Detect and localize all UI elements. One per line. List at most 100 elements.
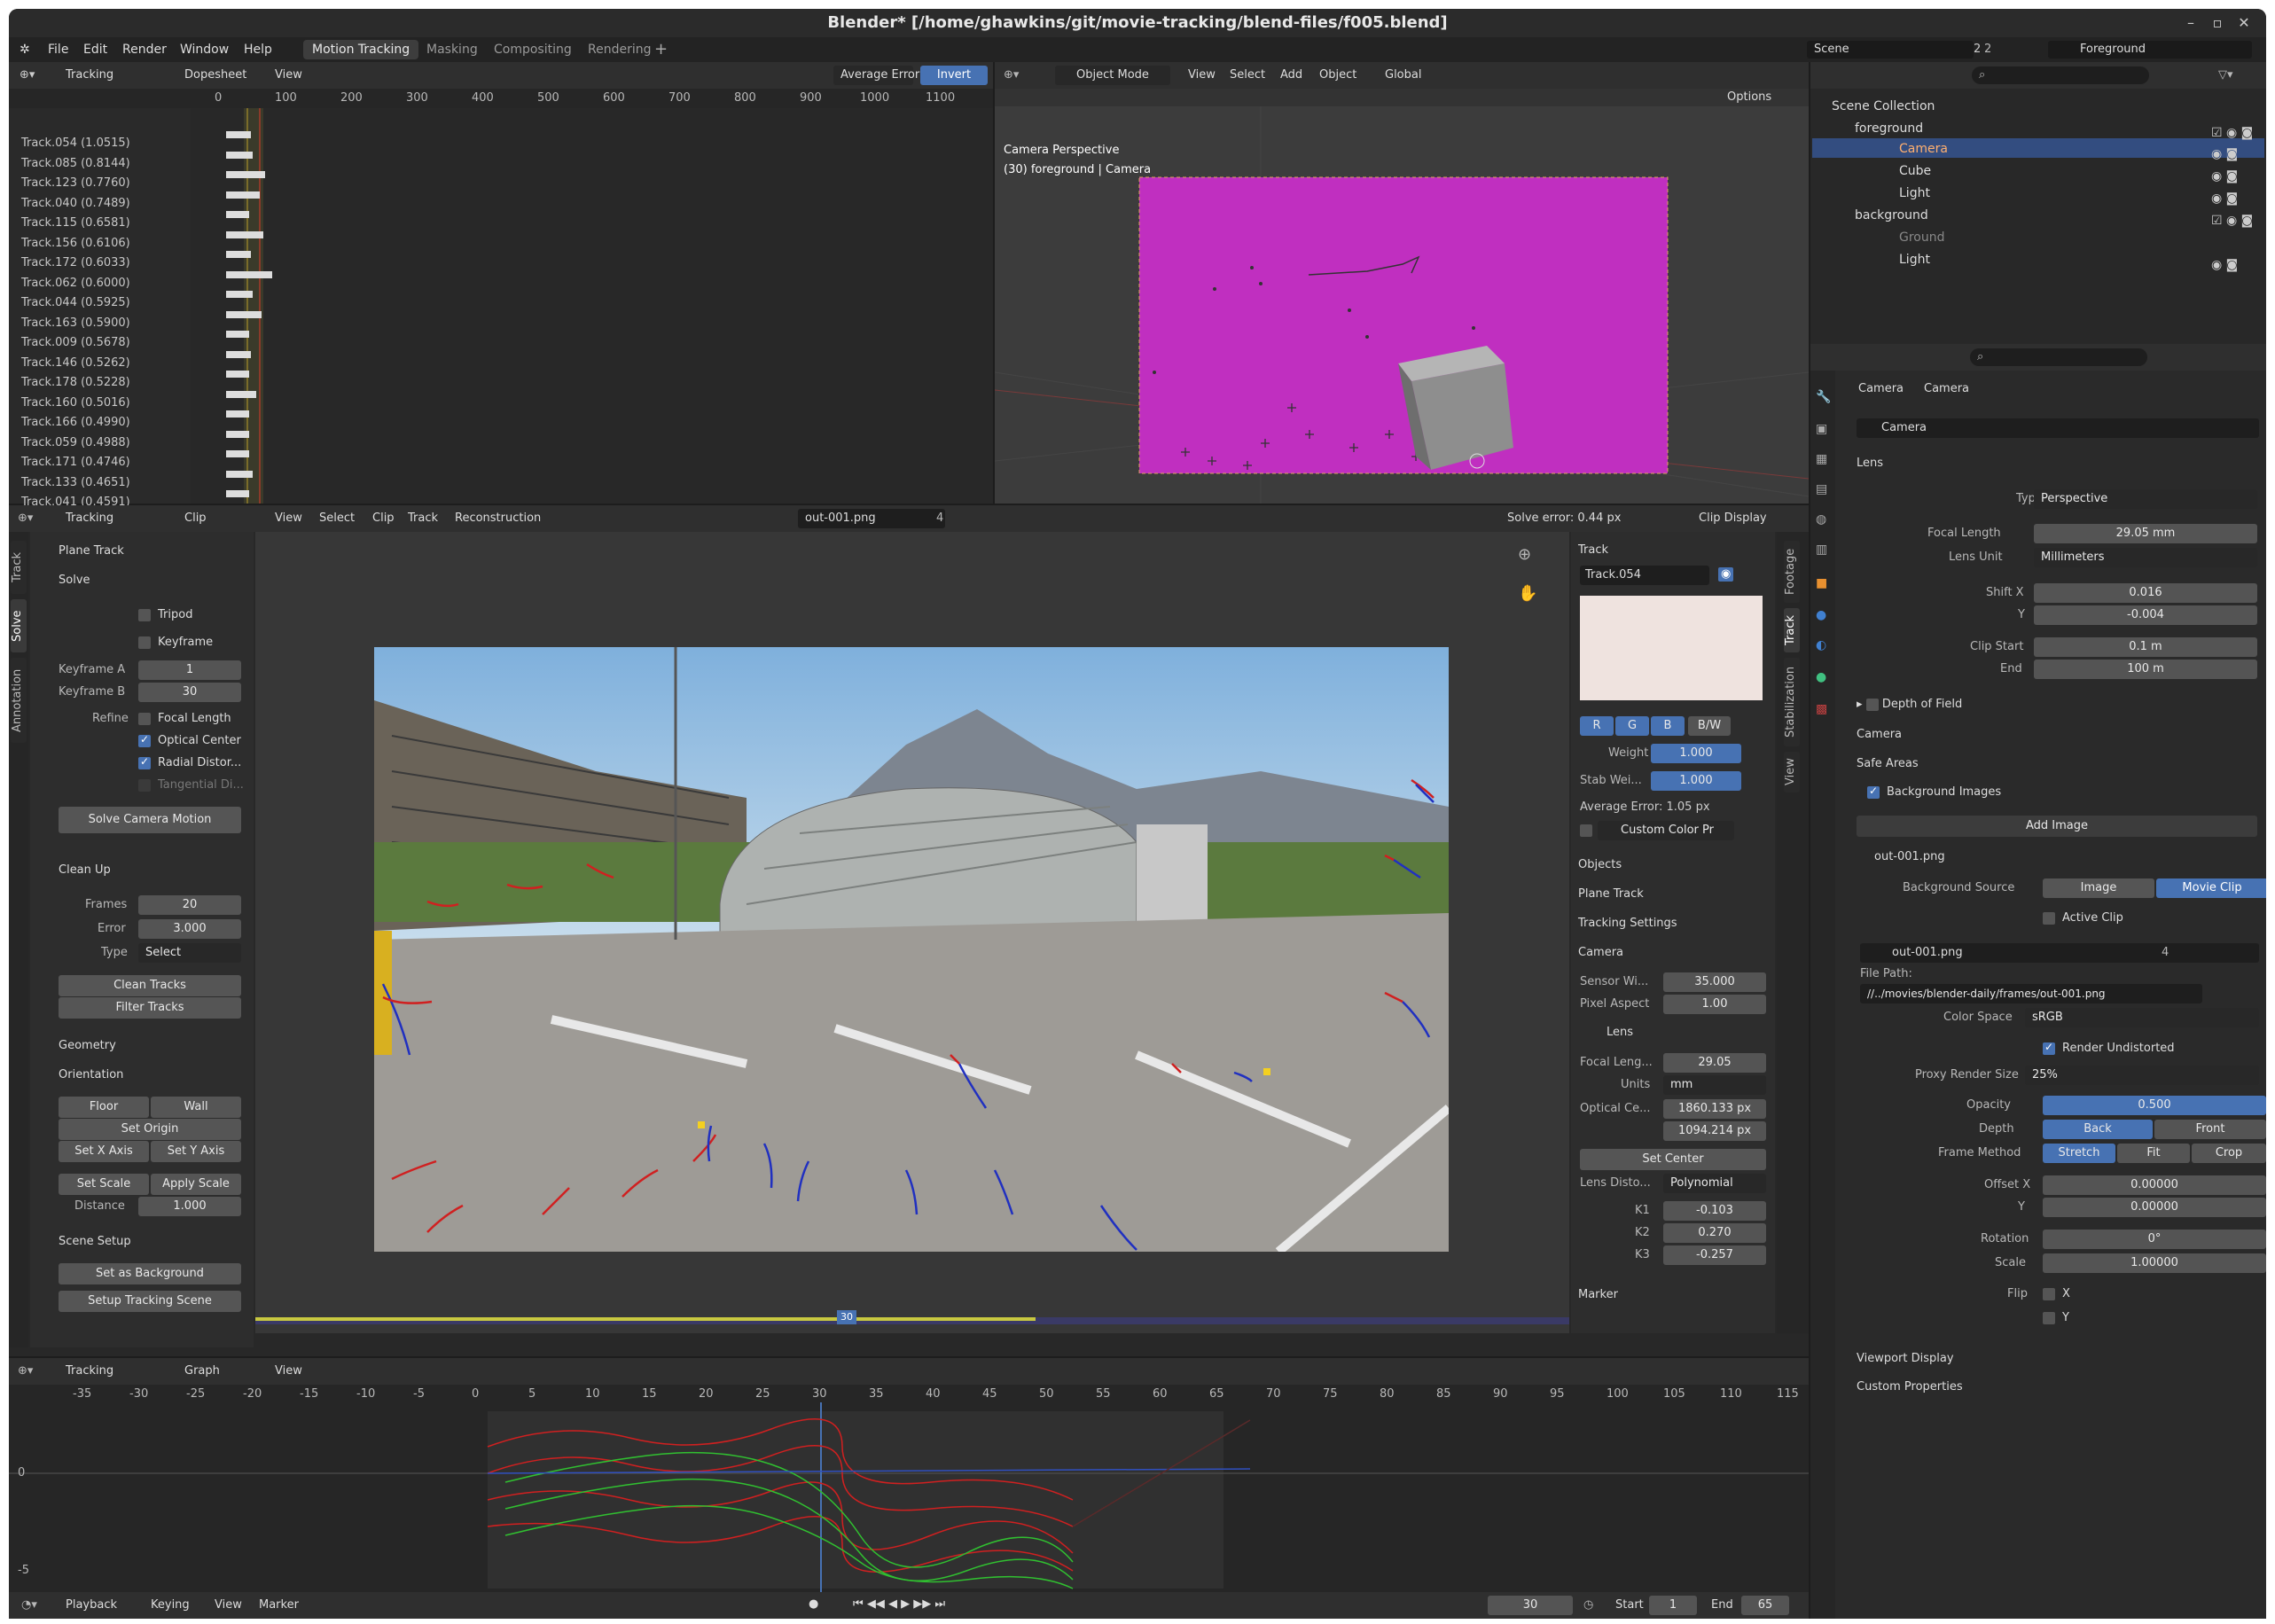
lens-unit-dropdown[interactable]: Millimeters <box>2034 548 2257 567</box>
crop-button[interactable]: Crop <box>2192 1144 2266 1163</box>
sort-dropdown[interactable]: Average Error <box>833 66 919 85</box>
outliner-collection-foreground[interactable]: foreground <box>1855 120 1923 137</box>
track-row[interactable]: Track.009 (0.5678) <box>21 336 130 350</box>
vtab-track-right[interactable]: Track <box>1784 608 1800 652</box>
clip-footage-image[interactable] <box>374 647 1449 1252</box>
channel-r-toggle[interactable]: R <box>1580 716 1614 736</box>
graph-menu-view[interactable]: View <box>275 1364 302 1378</box>
bg-image-item[interactable]: out-001.png <box>1874 849 1945 865</box>
eye-icon[interactable]: ◉ <box>1718 567 1734 582</box>
safe-areas-section[interactable]: Safe Areas <box>1857 756 1919 772</box>
end-frame-field[interactable]: 65 <box>1741 1596 1789 1615</box>
camera-data-block[interactable]: Camera <box>1857 418 2259 438</box>
bg-images-section[interactable]: Background Images <box>1887 785 2001 800</box>
custom-color-preset[interactable]: Custom Color Pr <box>1598 821 1734 840</box>
offset-x-field[interactable]: 0.00000 <box>2043 1175 2266 1195</box>
tripod-checkbox[interactable] <box>138 609 151 621</box>
cleanup-section[interactable]: Clean Up <box>59 863 111 878</box>
graph-canvas[interactable] <box>9 1385 1809 1592</box>
solve-section[interactable]: Solve <box>59 573 90 589</box>
units-dropdown[interactable]: mm <box>1663 1075 1766 1095</box>
objects-section[interactable]: Objects <box>1578 857 1622 873</box>
track-name-field[interactable]: Track.054 <box>1580 566 1709 585</box>
clip-menu-reconstruction[interactable]: Reconstruction <box>455 511 541 526</box>
track-section[interactable]: Track <box>1578 543 1608 558</box>
tab-motion-tracking[interactable]: Motion Tracking <box>303 40 419 59</box>
track-row[interactable]: Track.054 (1.0515) <box>21 137 130 151</box>
clip-display-dropdown[interactable]: Clip Display <box>1699 511 1767 526</box>
graph-view-type[interactable]: Graph <box>184 1364 220 1378</box>
clip-end-field[interactable]: 100 m <box>2034 660 2257 679</box>
dof-checkbox[interactable] <box>1865 698 1879 711</box>
offset-y-field[interactable]: 0.00000 <box>2043 1198 2266 1217</box>
track-row[interactable]: Track.044 (0.5925) <box>21 296 130 310</box>
render-undistorted-checkbox[interactable] <box>2043 1041 2055 1055</box>
scale-field[interactable]: 1.00000 <box>2043 1253 2266 1273</box>
vtab-track[interactable]: Track <box>11 541 27 594</box>
vtab-footage[interactable]: Footage <box>1784 541 1800 603</box>
outliner-item-light[interactable]: Light <box>1899 184 1930 202</box>
frames-field[interactable]: 20 <box>138 895 241 915</box>
channel-b-toggle[interactable]: B <box>1651 716 1685 736</box>
vtab-view[interactable]: View <box>1784 752 1800 792</box>
file-path-field[interactable]: //../movies/blender-daily/frames/out-001… <box>1860 984 2202 1003</box>
geometry-section[interactable]: Geometry <box>59 1038 116 1054</box>
focal-field[interactable]: 29.05 <box>1663 1053 1766 1073</box>
clip-menu-select[interactable]: Select <box>319 511 355 526</box>
keyframe-a-field[interactable]: 1 <box>138 660 241 680</box>
depth-back-button[interactable]: Back <box>2043 1120 2153 1139</box>
stab-weight-slider[interactable]: 1.000 <box>1651 771 1741 791</box>
menu-window[interactable]: Window <box>180 37 229 62</box>
track-row[interactable]: Track.160 (0.5016) <box>21 396 130 410</box>
tab-rendering[interactable]: Rendering <box>579 40 661 59</box>
vtab-annotation[interactable]: Annotation <box>11 658 27 743</box>
menu-file[interactable]: File <box>48 37 68 62</box>
keyframe-checkbox[interactable] <box>138 636 151 649</box>
color-space-dropdown[interactable]: sRGB <box>2025 1008 2259 1027</box>
plane-track-section[interactable]: Plane Track <box>59 543 124 559</box>
apply-scale-button[interactable]: Apply Scale <box>151 1174 241 1195</box>
distortion-dropdown[interactable]: Polynomial <box>1663 1174 1766 1193</box>
options-button[interactable]: Options <box>1727 90 1771 105</box>
k2-field[interactable]: 0.270 <box>1663 1223 1766 1243</box>
zoom-icon[interactable]: ⊕ <box>1518 547 1531 563</box>
flip-y-checkbox[interactable] <box>2043 1312 2055 1324</box>
refine-optical-checkbox[interactable] <box>138 733 151 747</box>
track-row[interactable]: Track.062 (0.6000) <box>21 277 130 291</box>
maximize-icon[interactable]: ▫ <box>2204 9 2231 37</box>
clip-menu-track[interactable]: Track <box>408 511 438 526</box>
refine-radial-checkbox[interactable] <box>138 755 151 769</box>
record-icon[interactable]: ● <box>809 1597 818 1612</box>
optical-x-field[interactable]: 1860.133 px <box>1663 1099 1766 1119</box>
clip-mode[interactable]: Tracking <box>66 511 113 526</box>
viewport-display-section[interactable]: Viewport Display <box>1857 1351 1954 1367</box>
start-frame-field[interactable]: 1 <box>1649 1596 1697 1615</box>
visibility-icons[interactable]: ☑ ◉ ◙ ◉ ◙ ◉ ◙ ◉ ◙ ☑ ◉ ◙ ◉ ◙ <box>2208 62 2266 275</box>
track-row[interactable]: Track.040 (0.7489) <box>21 197 130 211</box>
clean-tracks-button[interactable]: Clean Tracks <box>59 975 241 996</box>
k1-field[interactable]: -0.103 <box>1663 1201 1766 1221</box>
vtab-solve[interactable]: Solve <box>11 599 27 652</box>
track-row[interactable]: Track.059 (0.4988) <box>21 436 130 450</box>
menu-edit[interactable]: Edit <box>83 37 107 62</box>
add-workspace-icon[interactable]: + <box>654 37 668 62</box>
plane-track-section-right[interactable]: Plane Track <box>1578 886 1644 902</box>
object-mode-dropdown[interactable]: Object Mode <box>1055 66 1170 85</box>
track-row[interactable]: Track.115 (0.6581) <box>21 216 130 230</box>
outliner-item-light2[interactable]: Light <box>1899 251 1930 269</box>
lens-subsection[interactable]: Lens <box>1607 1025 1633 1041</box>
dof-section[interactable]: ▸ Depth of Field <box>1857 697 1962 713</box>
track-row[interactable]: Track.171 (0.4746) <box>21 456 130 470</box>
refine-focal-checkbox[interactable] <box>138 713 151 725</box>
bg-images-checkbox[interactable] <box>1867 785 1880 799</box>
set-y-axis-button[interactable]: Set Y Axis <box>151 1141 241 1162</box>
track-row[interactable]: Track.166 (0.4990) <box>21 416 130 430</box>
editor-type-icon[interactable]: ⊕▾ <box>20 68 35 82</box>
shift-x-field[interactable]: 0.016 <box>2034 583 2257 603</box>
close-icon[interactable]: ✕ <box>2231 9 2257 37</box>
editor-type-icon[interactable]: ⊕▾ <box>1004 68 1019 82</box>
error-field[interactable]: 3.000 <box>138 919 241 939</box>
editor-type-icon[interactable]: ⊕▾ <box>18 1364 33 1378</box>
lens-section[interactable]: Lens <box>1857 456 1883 472</box>
floor-button[interactable]: Floor <box>59 1097 149 1118</box>
